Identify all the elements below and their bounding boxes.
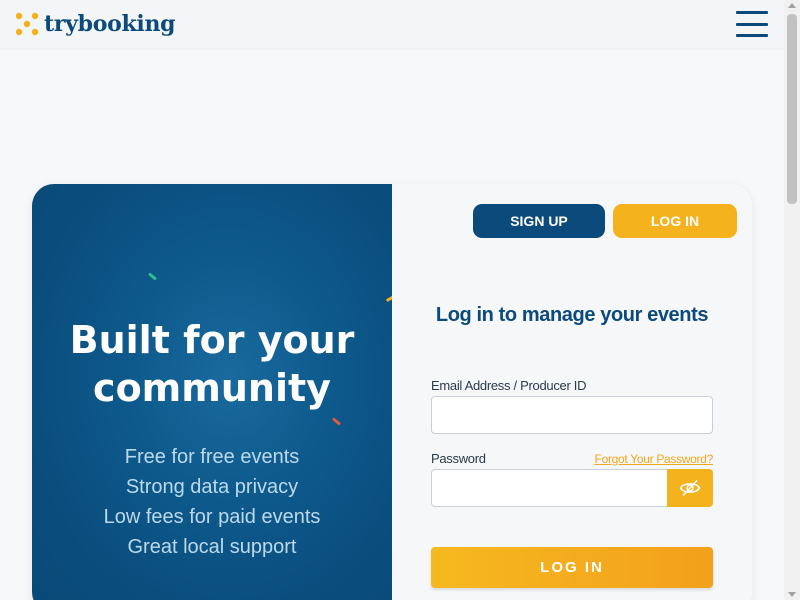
feature-item: Great local support [127,536,297,558]
password-input[interactable] [431,469,669,507]
forgot-password-link[interactable]: Forgot Your Password? [595,452,714,466]
auth-card: Built for your community Free for free e… [32,184,752,600]
hero-heading-line1: Built for your [69,318,355,362]
feature-item: Low fees for paid events [103,506,321,528]
login-panel: SIGN UP LOG IN Log in to manage your eve… [392,184,752,600]
logo-mark-icon [15,12,39,36]
confetti-decoration [332,417,341,426]
hero-panel: Built for your community Free for free e… [32,184,396,600]
hero-heading-line2: community [93,366,331,410]
confetti-decoration [148,272,157,281]
site-header: trybooking [0,0,784,48]
eye-slash-icon [679,479,701,497]
trybooking-logo[interactable]: trybooking [14,11,176,37]
email-input[interactable] [431,396,713,434]
vertical-scrollbar[interactable] [784,0,800,600]
login-tab-button[interactable]: LOG IN [613,204,737,238]
feature-item: Free for free events [124,446,300,468]
scroll-down-arrow-icon[interactable] [788,592,796,597]
login-title: Log in to manage your events [435,304,709,326]
hamburger-menu-icon[interactable] [736,11,768,37]
signup-tab-button[interactable]: SIGN UP [473,204,605,238]
scrollbar-thumb[interactable] [787,14,797,204]
toggle-password-visibility-button[interactable] [667,469,713,507]
password-label: Password [431,451,486,466]
logo-text: trybooking [44,11,176,37]
hero-heading: Built for your community [32,316,392,412]
email-label: Email Address / Producer ID [431,378,587,393]
scroll-up-arrow-icon[interactable] [788,3,796,8]
feature-item: Strong data privacy [125,476,299,498]
feature-list: Free for free events Strong data privacy… [32,442,392,562]
login-submit-button[interactable]: LOG IN [431,547,713,588]
